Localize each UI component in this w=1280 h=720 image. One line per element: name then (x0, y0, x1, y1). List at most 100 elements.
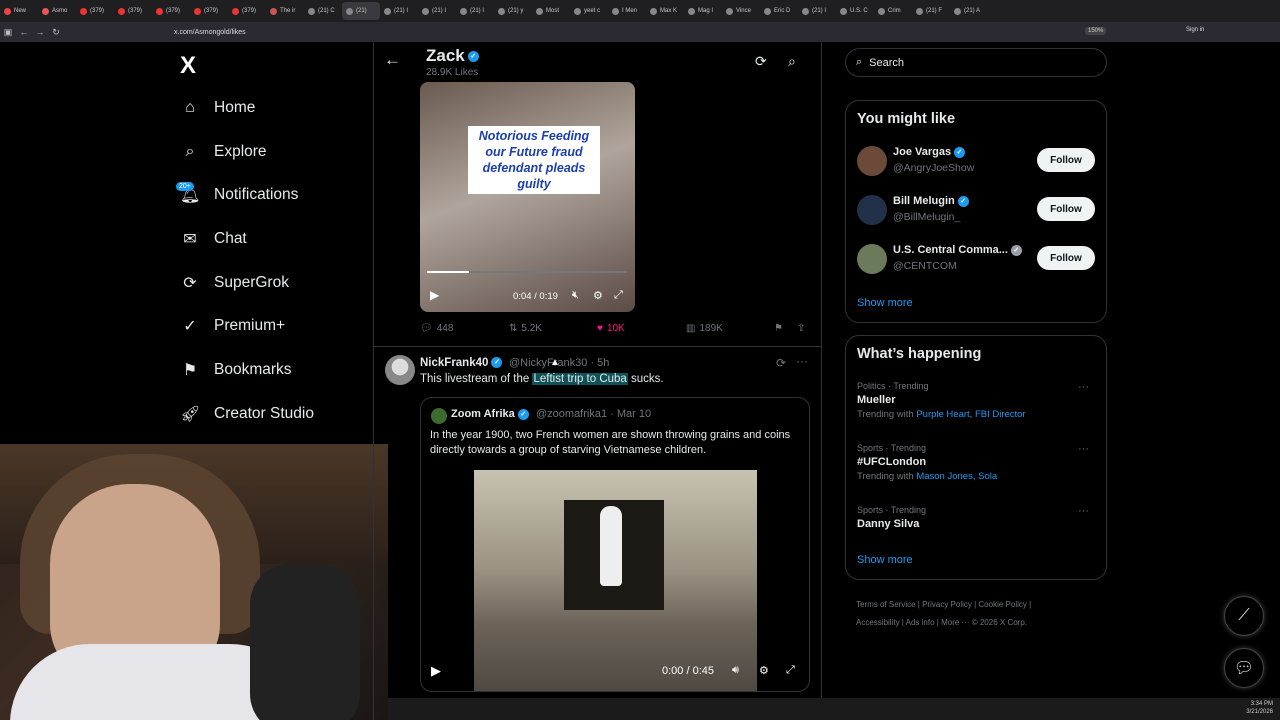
footer-links[interactable]: Terms of Service | Privacy Policy | Cook… (856, 596, 1106, 632)
share-icon[interactable]: ⇪ (797, 323, 805, 334)
browser-tab[interactable]: U.S. C (836, 2, 874, 20)
repost-button[interactable]: ⇅ 5.2K (509, 323, 542, 334)
browser-tab[interactable]: (21) I (418, 2, 456, 20)
follow-button[interactable]: Follow (1037, 148, 1095, 172)
fullscreen-icon[interactable]: ⤢ (614, 289, 623, 302)
back-icon[interactable]: ← (16, 27, 32, 37)
grok-icon[interactable]: ⟳ (776, 356, 786, 370)
nav-item-chat[interactable]: ✉ Chat (180, 227, 246, 251)
grok-fab-icon[interactable]: ⟋ (1224, 596, 1264, 636)
settings-icon[interactable]: ⚙ (759, 664, 769, 677)
follow-button[interactable]: Follow (1037, 246, 1095, 270)
chat-fab-icon[interactable]: 💬︎ (1224, 648, 1264, 688)
url-field[interactable]: x.com/Asmongold/likes (174, 29, 246, 36)
tweet-author-name[interactable]: NickFrank40 ✓ (420, 357, 503, 369)
user-handle[interactable]: @CENTCOM (893, 260, 957, 272)
browser-tab[interactable]: (21) A (950, 2, 988, 20)
more-icon[interactable]: ··· (1078, 505, 1089, 517)
browser-tab[interactable]: (379) (152, 2, 190, 20)
browser-tab[interactable]: (21) (342, 2, 380, 20)
avatar[interactable] (385, 355, 415, 385)
user-handle[interactable]: @AngryJoeShow (893, 162, 974, 174)
nav-item-premium[interactable]: ✓ Premium+ (180, 314, 285, 338)
highlighted-text: Leftist trip to Cuba (532, 373, 628, 385)
user-handle[interactable]: @BillMelugin_ (893, 211, 960, 223)
quoted-tweet[interactable]: Zoom Afrika ✓ @zoomafrika1 · Mar 10 In th… (420, 397, 810, 692)
browser-tab[interactable]: Most (532, 2, 570, 20)
browser-tab[interactable]: (379) (190, 2, 228, 20)
avatar[interactable] (431, 408, 447, 424)
video-progress-bar[interactable] (427, 271, 627, 273)
trend-item[interactable]: Sports · Trending Danny Silva ··· (857, 505, 1097, 530)
search-icon[interactable]: ⌕ (788, 53, 796, 70)
nav-item-supergrok[interactable]: ⟳ SuperGrok (180, 271, 289, 295)
like-button[interactable]: ♥ 10K (597, 323, 625, 334)
settings-icon[interactable]: ⚙ (593, 289, 603, 302)
play-icon[interactable]: ▶ (431, 663, 441, 679)
search-input[interactable]: ⌕ Search (845, 48, 1107, 77)
user-name[interactable]: Bill Melugin ✓ (893, 195, 969, 207)
nav-item-bookmarks[interactable]: ⚑ Bookmarks (180, 358, 292, 382)
more-icon[interactable]: ··· (796, 354, 808, 368)
browser-tab[interactable]: (21) I (380, 2, 418, 20)
reload-icon[interactable]: ↻ (48, 27, 64, 38)
browser-tab[interactable]: Vince (722, 2, 760, 20)
browser-tab[interactable]: New (0, 2, 38, 20)
follow-button[interactable]: Follow (1037, 197, 1095, 221)
nav-item-notifications[interactable]: 🔔︎ Notifications (180, 183, 298, 207)
avatar[interactable] (857, 146, 887, 176)
browser-tab[interactable]: (379) (114, 2, 152, 20)
browser-tab[interactable]: Max K (646, 2, 684, 20)
browser-tab[interactable]: (21) y (494, 2, 532, 20)
fullscreen-icon[interactable]: ⤢ (786, 664, 795, 677)
browser-tab[interactable]: (21) C (304, 2, 342, 20)
quote-author-handle[interactable]: @zoomafrika1 · Mar 10 (536, 408, 651, 420)
avatar[interactable] (857, 244, 887, 274)
favicon-icon (536, 7, 543, 15)
browser-tab[interactable]: Eric D (760, 2, 798, 20)
more-icon[interactable]: ··· (1078, 381, 1089, 393)
browser-tab[interactable]: (379) (76, 2, 114, 20)
browser-tab[interactable]: The ir (266, 2, 304, 20)
avatar[interactable] (857, 195, 887, 225)
reply-button[interactable]: 💬︎ 448 (420, 323, 453, 334)
tweet-video[interactable]: Notorious Feeding our Future fraud defen… (420, 82, 635, 312)
zoom-level[interactable]: 150% (1085, 27, 1107, 35)
play-icon[interactable]: ▶ (430, 288, 439, 302)
show-more-link[interactable]: Show more (857, 554, 913, 566)
nav-item-creator-studio[interactable]: 🚀︎ Creator Studio (180, 402, 314, 426)
browser-tab[interactable]: Crim (874, 2, 912, 20)
views-button[interactable]: ▥ 189K (686, 323, 723, 334)
browser-tab[interactable]: (21) I (456, 2, 494, 20)
verified-icon: ✓ (491, 357, 503, 369)
back-arrow-icon[interactable]: ← (384, 50, 401, 70)
trend-item[interactable]: Politics · Trending Mueller Trending wit… (857, 381, 1097, 420)
forward-icon[interactable]: → (32, 27, 48, 37)
sidebar-toggle-icon[interactable]: ▣ (0, 27, 16, 38)
browser-tab[interactable]: (21) I (798, 2, 836, 20)
nav-item-home[interactable]: ⌂ Home (180, 96, 255, 120)
volume-icon[interactable]: 🔊︎ (732, 664, 739, 677)
suggested-user[interactable]: U.S. Central Comma... ✓ @CENTCOM Follow (857, 242, 1097, 276)
browser-tab[interactable]: Mag I (684, 2, 722, 20)
browser-tab[interactable]: yeet c (570, 2, 608, 20)
trend-item[interactable]: Sports · Trending #UFCLondon Trending wi… (857, 443, 1097, 482)
suggested-user[interactable]: Joe Vargas ✓ @AngryJoeShow Follow (857, 144, 1097, 178)
user-name[interactable]: U.S. Central Comma... ✓ (893, 244, 1022, 256)
quote-author-name[interactable]: Zoom Afrika ✓ (451, 408, 529, 420)
sign-in-button[interactable]: Sign in (1186, 27, 1204, 33)
suggested-user[interactable]: Bill Melugin ✓ @BillMelugin_ Follow (857, 193, 1097, 227)
browser-tab[interactable]: (21) F (912, 2, 950, 20)
mute-icon[interactable]: 🔇︎ (572, 289, 579, 302)
browser-tab[interactable]: I Men (608, 2, 646, 20)
browser-tab[interactable]: (379) (228, 2, 266, 20)
x-logo[interactable]: X (180, 52, 196, 80)
more-icon[interactable]: ··· (1078, 443, 1089, 455)
browser-tab[interactable]: Asmo (38, 2, 76, 20)
bookmark-icon[interactable]: ⚑ (774, 323, 783, 334)
nav-item-explore[interactable]: ⌕ Explore (180, 140, 267, 164)
show-more-link[interactable]: Show more (857, 297, 913, 309)
grok-icon[interactable]: ⟳ (755, 53, 767, 70)
user-name[interactable]: Joe Vargas ✓ (893, 146, 966, 158)
quote-video[interactable] (474, 470, 757, 691)
